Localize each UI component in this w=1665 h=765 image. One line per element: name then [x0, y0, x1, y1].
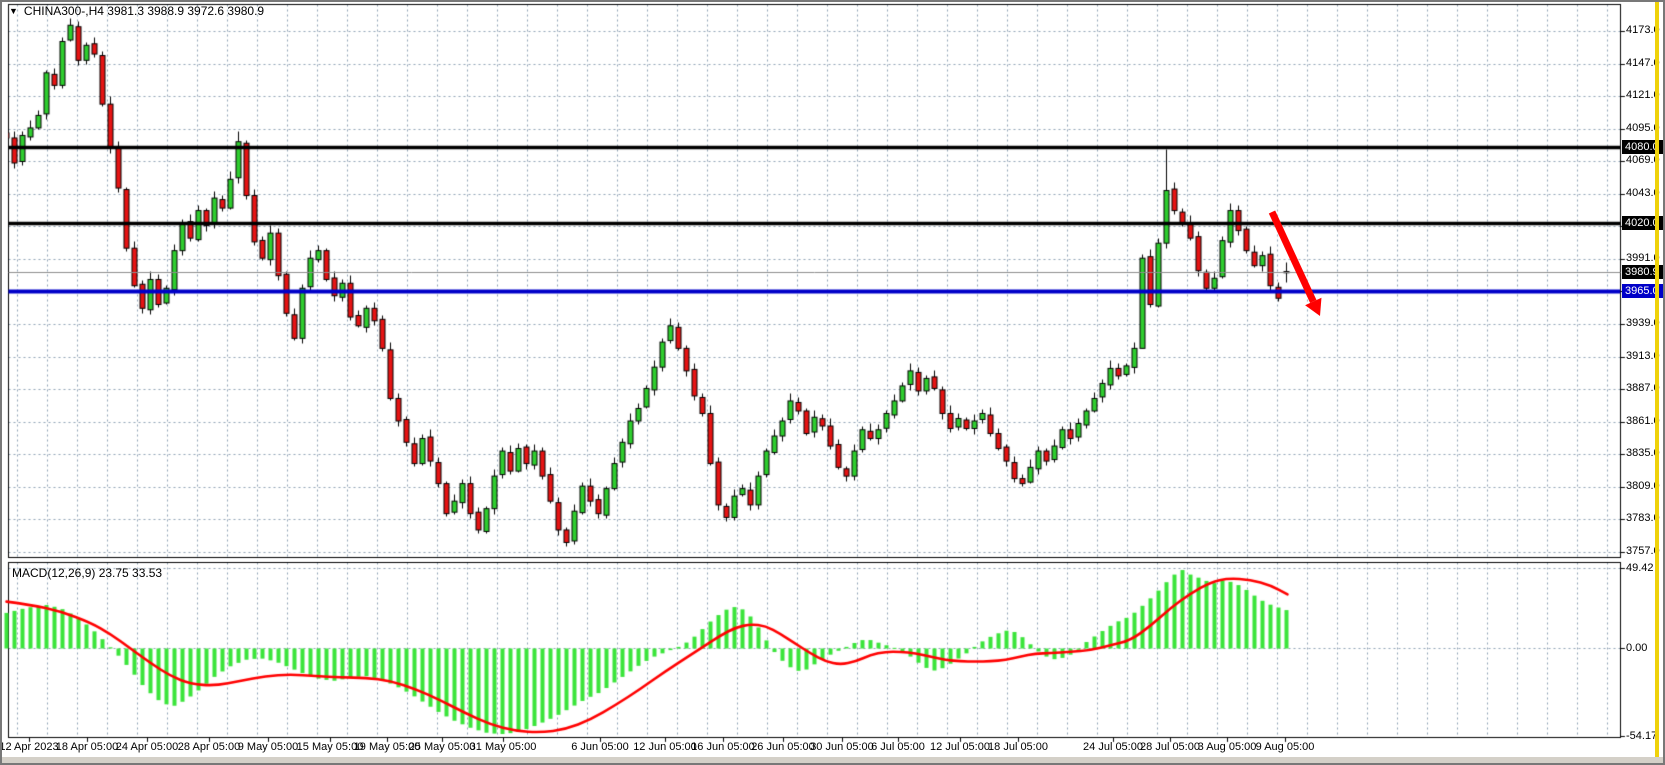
macd-indicator-label: MACD(12,26,9) 23.75 33.53: [12, 566, 162, 580]
time-axis-label: 12 Apr 2023: [0, 741, 59, 753]
chart-title-bar: ▼ CHINA300-,H4 3981.3 3988.9 3972.6 3980…: [9, 4, 264, 18]
time-axis-label: 18 Apr 05:00: [56, 741, 118, 753]
time-axis-label: 16 Jun 05:00: [691, 741, 755, 753]
time-axis-label: 3 Aug 05:00: [1198, 741, 1257, 753]
time-axis-label: 28 Apr 05:00: [178, 741, 240, 753]
time-axis-label: 24 Jul 05:00: [1083, 741, 1143, 753]
time-axis-label: 24 Apr 05:00: [116, 741, 178, 753]
time-axis-label: 18 Jul 05:00: [988, 741, 1048, 753]
chart-window: ▼ CHINA300-,H4 3981.3 3988.9 3972.6 3980…: [0, 0, 1665, 765]
macd-tick-label: -54.17: [1626, 730, 1657, 742]
time-axis-label: 26 Jun 05:00: [751, 741, 815, 753]
time-axis-label: 12 Jun 05:00: [633, 741, 697, 753]
time-axis-label: 6 Jul 05:00: [871, 741, 925, 753]
macd-tick-label: 0.00: [1626, 642, 1647, 654]
vertical-marker-line[interactable]: [1655, 2, 1659, 759]
window-bottom-strip: [2, 757, 1663, 763]
time-axis-label: 9 May 05:00: [238, 741, 299, 753]
time-axis-label: 12 Jul 05:00: [930, 741, 990, 753]
time-axis-label: 30 Jun 05:00: [810, 741, 874, 753]
symbol-ohlc-title: CHINA300-,H4 3981.3 3988.9 3972.6 3980.9: [24, 4, 264, 18]
chart-menu-triangle-icon[interactable]: ▼: [9, 5, 18, 17]
time-axis-label: 6 Jun 05:00: [571, 741, 629, 753]
time-axis-label: 28 Jul 05:00: [1140, 741, 1200, 753]
time-axis-label: 25 May 05:00: [409, 741, 476, 753]
price-chart-canvas[interactable]: [0, 0, 1665, 765]
time-axis-label: 31 May 05:00: [470, 741, 537, 753]
macd-tick-label: 49.42: [1626, 562, 1654, 574]
time-axis-label: 9 Aug 05:00: [1256, 741, 1315, 753]
